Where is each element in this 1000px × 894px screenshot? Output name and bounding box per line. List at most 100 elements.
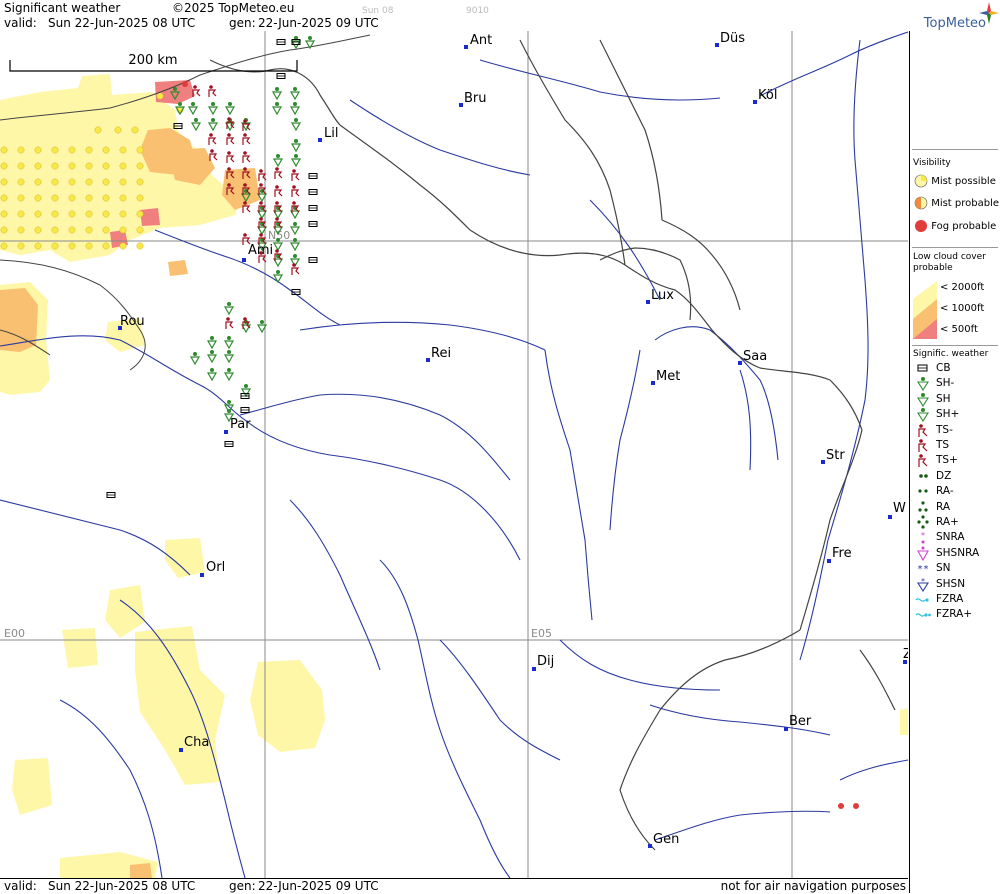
mist-dot: [34, 242, 42, 250]
visibility-title: Visibility: [913, 158, 951, 168]
svg-text:Lux: Lux: [651, 288, 674, 303]
lowcloud-title-1: Low cloud cover: [913, 252, 986, 262]
svg-text:Cha: Cha: [184, 735, 209, 750]
lowcloud-title-2: probable: [913, 263, 953, 273]
mist-dot: [34, 178, 42, 186]
mist-dot: [17, 162, 25, 170]
svg-text:Rou: Rou: [120, 314, 145, 329]
legend-sigwx-fzra: FZRA: [914, 592, 963, 607]
legend-sigwx-fzra-lightheavy: FZRA+: [914, 607, 972, 622]
svg-text:Dij: Dij: [537, 654, 554, 669]
mist-dot: [136, 178, 144, 186]
mist-dot: [51, 194, 59, 202]
legend-fog-probable: Fog probable: [914, 218, 996, 236]
mist-dot: [68, 194, 76, 202]
sigwx-title: Signific. weather: [913, 349, 989, 359]
mist-dot: [51, 162, 59, 170]
legend-sigwx-ts: TS: [914, 438, 949, 453]
mist-dot: [68, 242, 76, 250]
cb-icon: [917, 364, 928, 372]
drizzle-icon: [919, 473, 928, 478]
mist-dot: [136, 242, 144, 250]
mist-dot: [85, 242, 93, 250]
mist-dot: [119, 178, 127, 186]
header-gen-label: gen:: [229, 16, 256, 30]
mist-dot: [136, 210, 144, 218]
mist-dot: [102, 146, 110, 154]
weather-map[interactable]: 200 km N50 E00 E05 Ant Düs Bru Köl Lil Ami Rou…: [0, 31, 908, 878]
legend-sigwx-ra: RA: [914, 500, 950, 515]
mist-dot: [85, 146, 93, 154]
cloud-area-right-edge: [900, 708, 908, 735]
shower-icon: [917, 392, 929, 407]
city-ber: Ber: [784, 714, 812, 731]
svg-text:Rei: Rei: [431, 346, 451, 361]
legend-sigwx-ra-light: RA-: [914, 484, 954, 499]
header-tab-code: 9010: [466, 6, 489, 16]
svg-text:Ber: Ber: [789, 714, 812, 729]
fog-probable-icon: [915, 220, 927, 232]
mist-dot: [51, 242, 59, 250]
thunderstorm-icon: [918, 439, 928, 452]
header-valid-label: valid:: [4, 16, 37, 30]
mist-dot: [136, 194, 144, 202]
legend-sigwx-cb: CB: [914, 361, 951, 376]
mist-dot: [119, 146, 127, 154]
svg-text:Lil: Lil: [324, 126, 338, 141]
legend-sigwx-snra: * SNRA: [914, 530, 965, 545]
mist-dot: [34, 226, 42, 234]
legend-sigwx-shsn: * SHSN: [914, 577, 965, 592]
mist-dot: [34, 162, 42, 170]
map-canvas: 200 km N50 E00 E05 Ant DüsBru KölLilAmiRou…: [0, 31, 908, 878]
city-met: Met: [651, 369, 680, 385]
legend-sigwx-dz: DZ: [914, 469, 951, 484]
mist-dot: [102, 226, 110, 234]
city-cha: Cha: [179, 735, 209, 752]
mist-dot: [17, 178, 25, 186]
scale-label: 200 km: [128, 53, 177, 68]
shower-light-icon: [917, 377, 929, 392]
svg-text:Köl: Köl: [758, 88, 777, 103]
map-header: Significant weather ©2025 TopMeteo.eu va…: [0, 0, 908, 31]
legend-mist-possible: Mist possible: [914, 173, 996, 191]
legend-sigwx-ts-light: TS-: [914, 423, 953, 438]
mist-dot: [136, 226, 144, 234]
mist-dot: [85, 226, 93, 234]
mist-dot: [17, 226, 25, 234]
mist-dot: [156, 92, 164, 100]
city-bru: Bru: [459, 91, 487, 107]
footer-valid-date: Sun 22-Jun-2025 08 UTC: [48, 879, 196, 893]
legend-sigwx-sh-lightheavy: SH+: [914, 407, 959, 423]
footer-disclaimer: not for air navigation purposes: [720, 879, 906, 893]
header-tab-hint: Sun 08: [362, 6, 394, 16]
mist-dot: [102, 242, 110, 250]
mist-dot: [0, 194, 8, 202]
legend-sigwx-ra-lightheavy: RA+: [914, 515, 959, 530]
snow-icon: * *: [918, 564, 929, 575]
mist-dot: [51, 226, 59, 234]
legend-cloud-1000: < 1000ft: [940, 303, 985, 314]
cloud-area-small: [168, 260, 188, 276]
mist-dot: [119, 242, 127, 250]
header-valid-date: Sun 22-Jun-2025 08 UTC: [48, 16, 196, 30]
shower-snow-rain-icon: [917, 546, 929, 561]
legend-mist-probable: Mist probable: [914, 195, 999, 213]
legend-sigwx-sh: SH: [914, 392, 951, 407]
topmeteo-logo: TopMeteo: [909, 0, 1000, 31]
footer-gen-date: 22-Jun-2025 09 UTC: [258, 879, 379, 893]
svg-text:*: *: [918, 564, 923, 575]
mist-dot: [34, 146, 42, 154]
svg-text:*: *: [921, 577, 925, 586]
cloud-area-centre2: [62, 628, 98, 668]
svg-text:Met: Met: [656, 369, 680, 384]
svg-text:Saa: Saa: [743, 349, 767, 364]
mist-dot: [0, 210, 8, 218]
mist-dot: [94, 126, 102, 134]
thunderstorm-light-icon: [918, 423, 928, 437]
mist-dot: [119, 162, 127, 170]
svg-text:Gen: Gen: [653, 832, 679, 847]
header-gen-date: 22-Jun-2025 09 UTC: [258, 16, 379, 30]
mist-dot: [17, 210, 25, 218]
mist-dot: [17, 242, 25, 250]
mist-dot: [136, 146, 144, 154]
